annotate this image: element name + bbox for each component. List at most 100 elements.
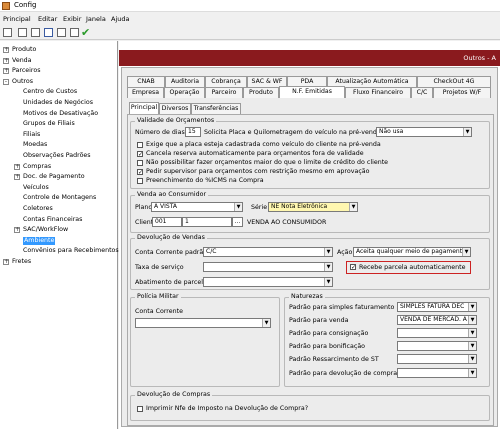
tree-item[interactable]: Coletores — [23, 205, 53, 213]
tab-projetos-wf[interactable]: Projetos W/F — [433, 87, 491, 98]
navigation-tree: + Produto + Venda + Parceiros - Outros Centro de… — [0, 41, 124, 429]
nat-simples-select[interactable]: SIMPLES FATURA DEC ▼ — [397, 302, 477, 312]
numdias-input[interactable]: 15 — [185, 127, 201, 137]
tree-expander-icon[interactable]: + — [3, 47, 9, 53]
subtab-principal[interactable]: Principal — [129, 102, 159, 114]
group-devolucao-vendas: Devolução de Vendas Conta Corrente padrã… — [130, 234, 490, 290]
tree-item[interactable]: Motivos de Desativação — [23, 110, 98, 118]
tree-item[interactable]: Observações Padrões — [23, 152, 91, 160]
cliente-code-input[interactable]: 001 — [152, 217, 182, 227]
chevron-down-icon: ▼ — [324, 263, 332, 271]
group-naturezas: Naturezas Padrão para simples faturament… — [284, 293, 490, 387]
cliente-number-input[interactable]: 1 — [182, 217, 232, 227]
tab-produto[interactable]: Produto — [243, 87, 279, 98]
nat-dev-compra-select[interactable]: ▼ — [397, 368, 477, 378]
tab-operacao[interactable]: Operação — [164, 87, 205, 98]
tree-item[interactable]: Produto — [12, 46, 36, 54]
check-limite-credito[interactable] — [137, 160, 143, 166]
tab-checkout-4g[interactable]: CheckOut 4G — [417, 76, 491, 87]
tab-empresa[interactable]: Empresa — [127, 87, 164, 98]
serie-select[interactable]: NE Nota Eletrônica ▼ — [268, 202, 358, 212]
tree-expander-icon[interactable]: + — [14, 163, 20, 170]
subtab-transferencias[interactable]: Transferências — [191, 103, 241, 114]
check-imprimir-nfe[interactable] — [137, 406, 143, 412]
open-icon[interactable] — [18, 28, 27, 37]
nat-bonificacao-select[interactable]: ▼ — [397, 341, 477, 351]
menu-editar[interactable]: Editar — [38, 15, 57, 23]
print-icon[interactable] — [44, 28, 53, 37]
tree-item[interactable]: Centro de Custos — [23, 88, 77, 96]
tab-cnab[interactable]: CNAB — [127, 76, 165, 87]
tree-item[interactable]: Grupos de Filiais — [23, 120, 75, 128]
cc-padrao-select[interactable]: C/C ▼ — [203, 247, 333, 257]
acao-value: Aceita qualquer meio de pagamento — [356, 248, 466, 255]
save-icon[interactable] — [31, 28, 40, 37]
subtab-diversos[interactable]: Diversos — [159, 103, 191, 114]
tree-item[interactable]: Convênios para Recebimentos c — [23, 247, 124, 255]
tree-expander-icon[interactable]: - — [3, 78, 9, 85]
placa-select[interactable]: Não usa ▼ — [376, 127, 472, 137]
confirm-check-icon[interactable]: ✔ — [81, 26, 90, 39]
tree-expander-icon[interactable]: + — [3, 68, 9, 75]
check-cancela-reserva-label: Cancela reserva automaticamente para orç… — [146, 150, 364, 157]
copy-icon[interactable] — [70, 28, 79, 37]
check-exige-placa[interactable] — [137, 142, 143, 148]
tab-auditoria[interactable]: Auditoria — [165, 76, 205, 87]
plano-value: A VISTA — [154, 203, 177, 210]
taxa-servico-select[interactable]: ▼ — [203, 262, 333, 272]
tree-expander-icon[interactable]: + — [14, 174, 20, 181]
group-validade-orcamentos: Validade de Orçamentos Número de dias 15… — [130, 117, 490, 189]
chevron-down-icon: ▼ — [468, 316, 476, 324]
check-recebe-parcela[interactable]: ✓ — [350, 264, 356, 271]
pm-cc-select[interactable]: ▼ — [135, 318, 271, 328]
check-cancela-reserva[interactable]: ✓ — [137, 151, 143, 158]
tree-item[interactable]: Filiais — [23, 131, 40, 139]
tree-item[interactable]: Parceiros — [12, 67, 41, 75]
tree-item[interactable]: Venda — [12, 57, 32, 65]
abatimento-select[interactable]: ▼ — [203, 277, 333, 287]
menu-exibir[interactable]: Exibir — [63, 15, 81, 23]
menu-principal[interactable]: Principal — [3, 15, 31, 23]
acao-select[interactable]: Aceita qualquer meio de pagamento ▼ — [353, 247, 471, 257]
new-icon[interactable] — [3, 28, 12, 37]
tree-item[interactable]: SAC/WorkFlow — [23, 226, 68, 234]
tree-item[interactable]: Outros — [12, 78, 33, 86]
chevron-down-icon: ▼ — [463, 128, 471, 136]
tree-expander-icon[interactable]: + — [14, 227, 20, 234]
nat-venda-select[interactable]: VENDA DE MERCAD. A ▼ — [397, 315, 477, 325]
check-limite-credito-label: Não possibilitar fazer orçamentos maior … — [146, 159, 389, 166]
check-exige-placa-label: Exige que a placa esteja cadastrada como… — [146, 141, 381, 148]
nat-ressarcimento-select[interactable]: ▼ — [397, 354, 477, 364]
tree-item[interactable]: Ambiente — [23, 236, 56, 245]
tree-expander-icon[interactable]: + — [3, 57, 9, 64]
tree-item[interactable]: Unidades de Negócios — [23, 99, 93, 107]
app-icon — [2, 2, 10, 10]
cliente-lookup-button[interactable]: … — [232, 217, 243, 227]
chevron-down-icon: ▼ — [468, 303, 476, 311]
preview-icon[interactable] — [57, 28, 66, 37]
chevron-down-icon: ▼ — [234, 203, 242, 211]
tab-cobranca[interactable]: Cobrança — [205, 76, 247, 87]
menu-janela[interactable]: Janela — [86, 15, 106, 23]
tab-nf-emitidas[interactable]: N.F. Emitidas — [279, 86, 345, 98]
tree-item[interactable]: Veículos — [23, 184, 49, 192]
placa-label: Solicita Placa e Quilometragem do veícul… — [204, 129, 381, 136]
check-imprimir-nfe-label: Imprimir Nfe de Imposto na Devolução de … — [146, 405, 309, 412]
tree-expander-icon[interactable]: + — [3, 259, 9, 265]
tree-item[interactable]: Compras — [23, 163, 51, 171]
tree-item[interactable]: Controle de Montagens — [23, 194, 96, 202]
menu-ajuda[interactable]: Ajuda — [111, 15, 129, 23]
plano-select[interactable]: A VISTA ▼ — [151, 202, 243, 212]
tab-fluxo-financeiro[interactable]: Fluxo Financeiro — [345, 87, 411, 98]
taxa-servico-label: Taxa de serviço — [135, 264, 184, 271]
tab-cc[interactable]: C/C — [411, 87, 433, 98]
tab-parceiro[interactable]: Parceiro — [205, 87, 243, 98]
tree-item[interactable]: Contas Financeiras — [23, 216, 82, 224]
tree-item[interactable]: Fretes — [12, 258, 31, 266]
nat-consignacao-select[interactable]: ▼ — [397, 328, 477, 338]
check-icms-compra-label: Preenchimento do %ICMS na Compra — [146, 177, 264, 184]
tree-item[interactable]: Moedas — [23, 141, 47, 149]
check-icms-compra[interactable] — [137, 178, 143, 184]
check-pedir-supervisor[interactable]: ✓ — [137, 169, 143, 176]
tree-item[interactable]: Doc. de Pagamento — [23, 173, 85, 181]
